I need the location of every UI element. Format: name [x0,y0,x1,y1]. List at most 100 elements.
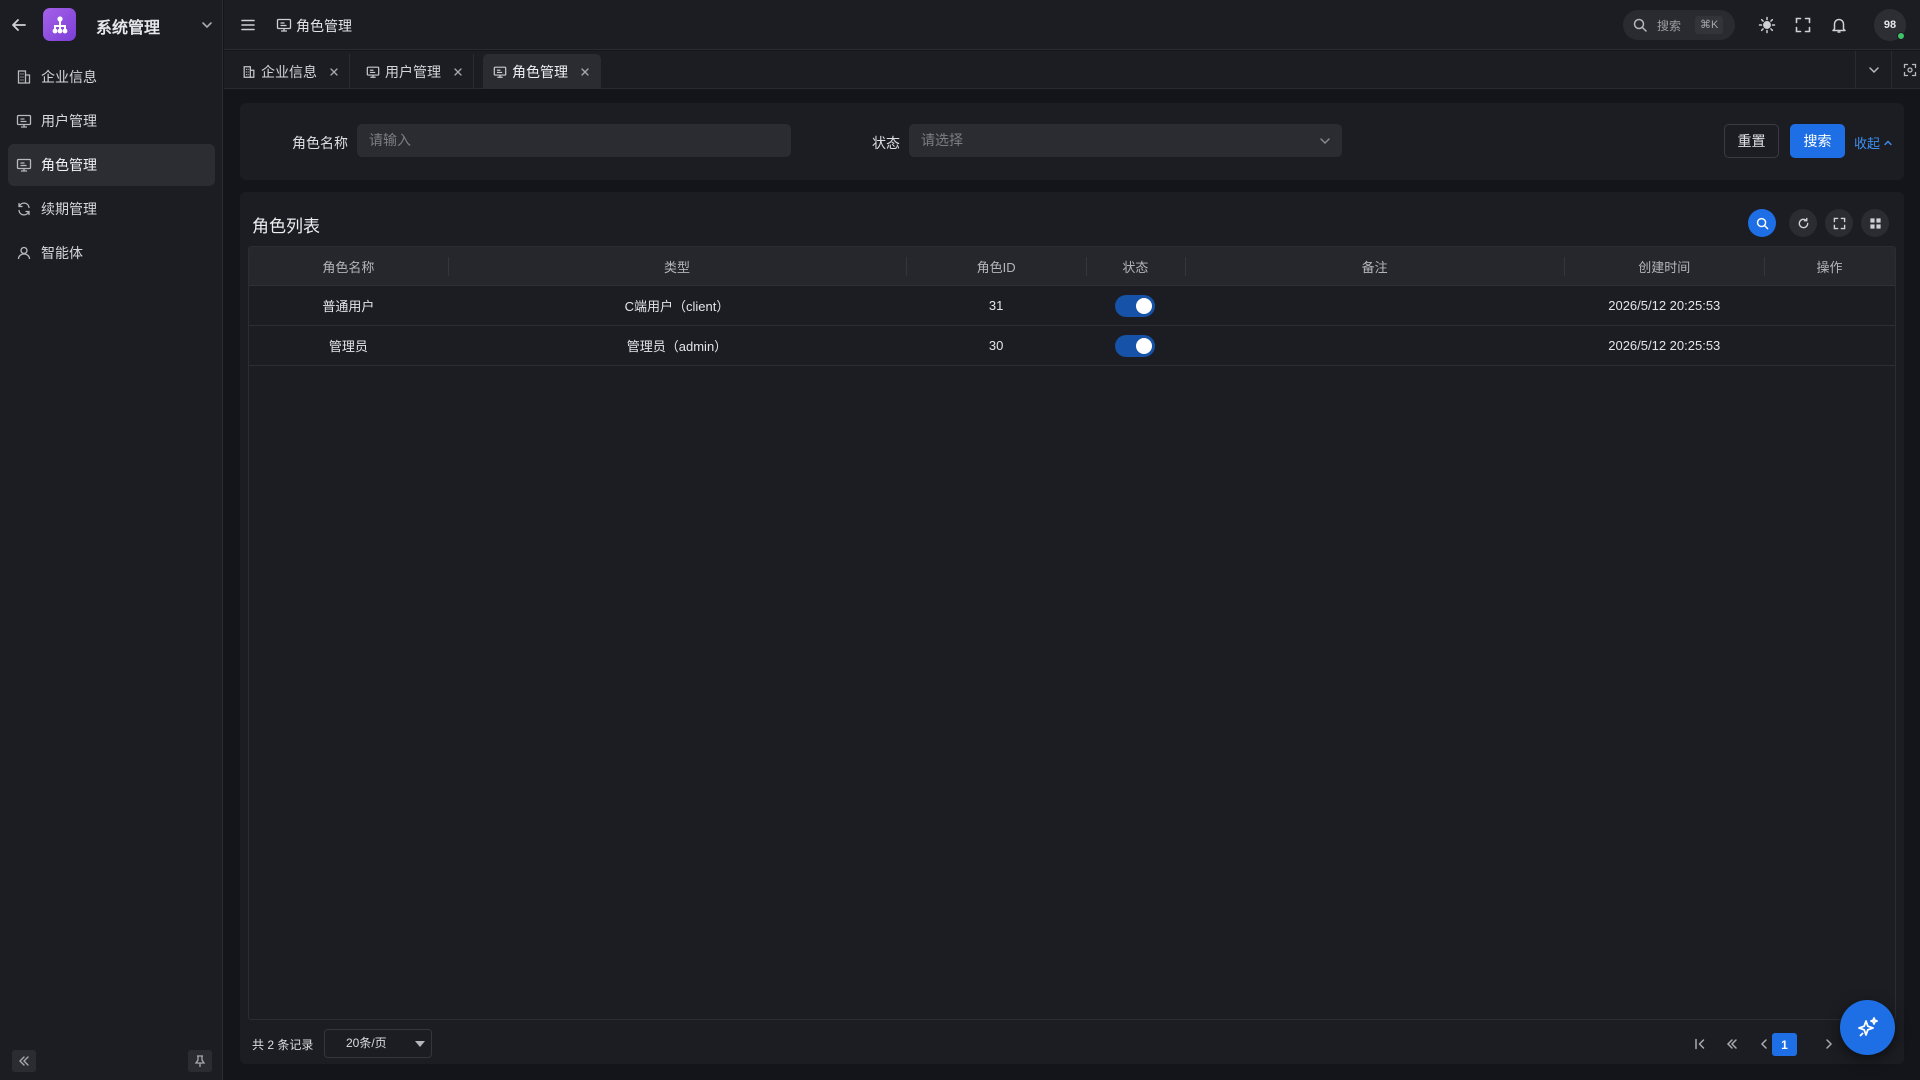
search-icon [1633,18,1647,32]
collapse-label: 收起 [1854,136,1881,151]
close-icon[interactable] [453,67,463,77]
column-header-role-id[interactable]: 角色ID [906,247,1086,285]
chevron-right-icon [1822,1037,1836,1051]
cell-role-name: 管理员 [328,339,368,354]
column-header-type[interactable]: 类型 [447,247,906,285]
tab-label: 角色管理 [512,63,568,80]
chevron-left-icon [1757,1037,1771,1051]
sidebar-pin-button[interactable] [188,1050,212,1072]
cell-status [1086,286,1185,325]
avatar[interactable]: 98 [1874,9,1906,41]
role-name-input[interactable]: 请输入 [357,124,791,157]
sidebar-item-user-management[interactable]: 用户管理 [8,100,215,142]
tab-user-management[interactable]: 用户管理 [356,54,474,89]
online-status-dot [1897,32,1905,40]
column-header-created-time[interactable]: 创建时间 [1564,247,1764,285]
page-number-current[interactable]: 1 [1772,1033,1797,1056]
sidebar-header: 系统管理 [0,0,223,50]
tab-bar: 企业信息 用户管理 角色管理 [224,51,1920,89]
tab-label: 企业信息 [261,63,317,80]
top-bar: 角色管理 搜索 ⌘K 98 [224,0,1920,50]
cell-role-id: 31 [988,298,1004,313]
chevron-down-icon[interactable] [199,17,215,33]
column-header-role-name[interactable]: 角色名称 [249,247,448,285]
table-row[interactable]: 管理员 管理员（admin） 30 2026/5/12 20:25:53 [249,326,1895,366]
cell-role-id: 30 [988,338,1004,353]
double-chevron-left-icon [17,1054,31,1068]
status-label: 状态 [872,135,900,151]
first-page-button[interactable] [1688,1032,1712,1056]
table-title: 角色列表 [252,217,320,236]
search-icon [1756,217,1769,230]
close-icon[interactable] [580,67,590,77]
chevron-down-icon [1318,134,1332,148]
chevron-down-icon [1867,63,1881,77]
refresh-icon [1797,217,1810,230]
toggle-knob [1136,297,1153,314]
cell-actions [1764,326,1895,365]
column-header-status[interactable]: 状态 [1085,247,1185,285]
close-icon[interactable] [329,67,339,77]
refresh-button[interactable] [1789,209,1817,237]
sun-icon[interactable] [1758,16,1776,34]
column-header-remark[interactable]: 备注 [1184,247,1565,285]
next-page-button[interactable] [1817,1032,1841,1056]
app-title[interactable]: 系统管理 [96,14,160,38]
sidebar-item-company-info[interactable]: 企业信息 [8,56,215,98]
status-toggle[interactable] [1115,334,1156,357]
fullscreen-icon[interactable] [1794,16,1812,34]
cell-remark [1185,326,1565,365]
cell-remark [1185,286,1565,325]
page-size-value: 20条/页 [346,1036,387,1050]
tab-dropdown-button[interactable] [1855,51,1891,89]
total-records: 共 2 条记录 [252,1038,314,1052]
cell-created-time: 2026/5/12 20:25:53 [1608,338,1721,353]
tab-role-management[interactable]: 角色管理 [483,54,601,89]
back-arrow-icon[interactable] [9,15,29,35]
building-icon [242,65,256,79]
monitor-icon [16,157,32,173]
tab-company-info[interactable]: 企业信息 [232,54,350,89]
status-toggle[interactable] [1115,294,1156,317]
cell-type: C端用户（client） [624,299,730,314]
menu-toggle-icon[interactable] [239,16,257,34]
cell-actions [1764,286,1895,325]
search-button[interactable]: 搜索 [1790,124,1845,158]
collapse-form-link[interactable]: 收起 [1854,133,1894,152]
pin-icon [193,1054,207,1068]
monitor-icon [366,65,380,79]
bell-icon[interactable] [1830,16,1848,34]
breadcrumb: 角色管理 [296,18,352,34]
status-select-placeholder: 请选择 [921,132,963,148]
page-size-select[interactable]: 20条/页 [324,1029,432,1058]
sidebar-item-agent[interactable]: 智能体 [8,232,215,274]
chevron-up-icon [1882,137,1894,149]
tab-label: 用户管理 [385,63,441,80]
sidebar-item-renewal-management[interactable]: 续期管理 [8,188,215,230]
sidebar-item-label: 智能体 [41,245,83,261]
monitor-icon [493,65,507,79]
building-icon [16,69,32,85]
column-settings-button[interactable] [1861,209,1889,237]
double-chevron-left-icon [1725,1037,1739,1051]
status-select[interactable]: 请选择 [909,124,1342,157]
search-label: 搜索 [1657,19,1682,33]
sidebar-item-role-management[interactable]: 角色管理 [8,144,215,186]
screenshot-icon [1903,63,1917,77]
role-list-panel: 角色列表 角色名称 类型 角色ID 状态 备注 创建时间 操作 普通用户 C端用… [240,192,1904,1064]
global-search-button[interactable]: 搜索 ⌘K [1623,10,1735,40]
fullscreen-table-button[interactable] [1825,209,1853,237]
user-icon [16,245,32,261]
ai-assistant-button[interactable] [1840,1000,1895,1055]
prev-group-button[interactable] [1720,1032,1744,1056]
refresh-icon [16,201,32,217]
tab-maximize-button[interactable] [1891,51,1920,89]
sidebar-collapse-button[interactable] [12,1050,36,1072]
cell-status [1086,326,1185,365]
fullscreen-icon [1833,217,1846,230]
table-row[interactable]: 普通用户 C端用户（client） 31 2026/5/12 20:25:53 [249,286,1895,326]
toggle-search-button[interactable] [1748,209,1776,237]
role-table: 角色名称 类型 角色ID 状态 备注 创建时间 操作 普通用户 C端用户（cli… [248,246,1896,1020]
sidebar-item-label: 企业信息 [41,69,97,85]
reset-button[interactable]: 重置 [1724,124,1779,158]
